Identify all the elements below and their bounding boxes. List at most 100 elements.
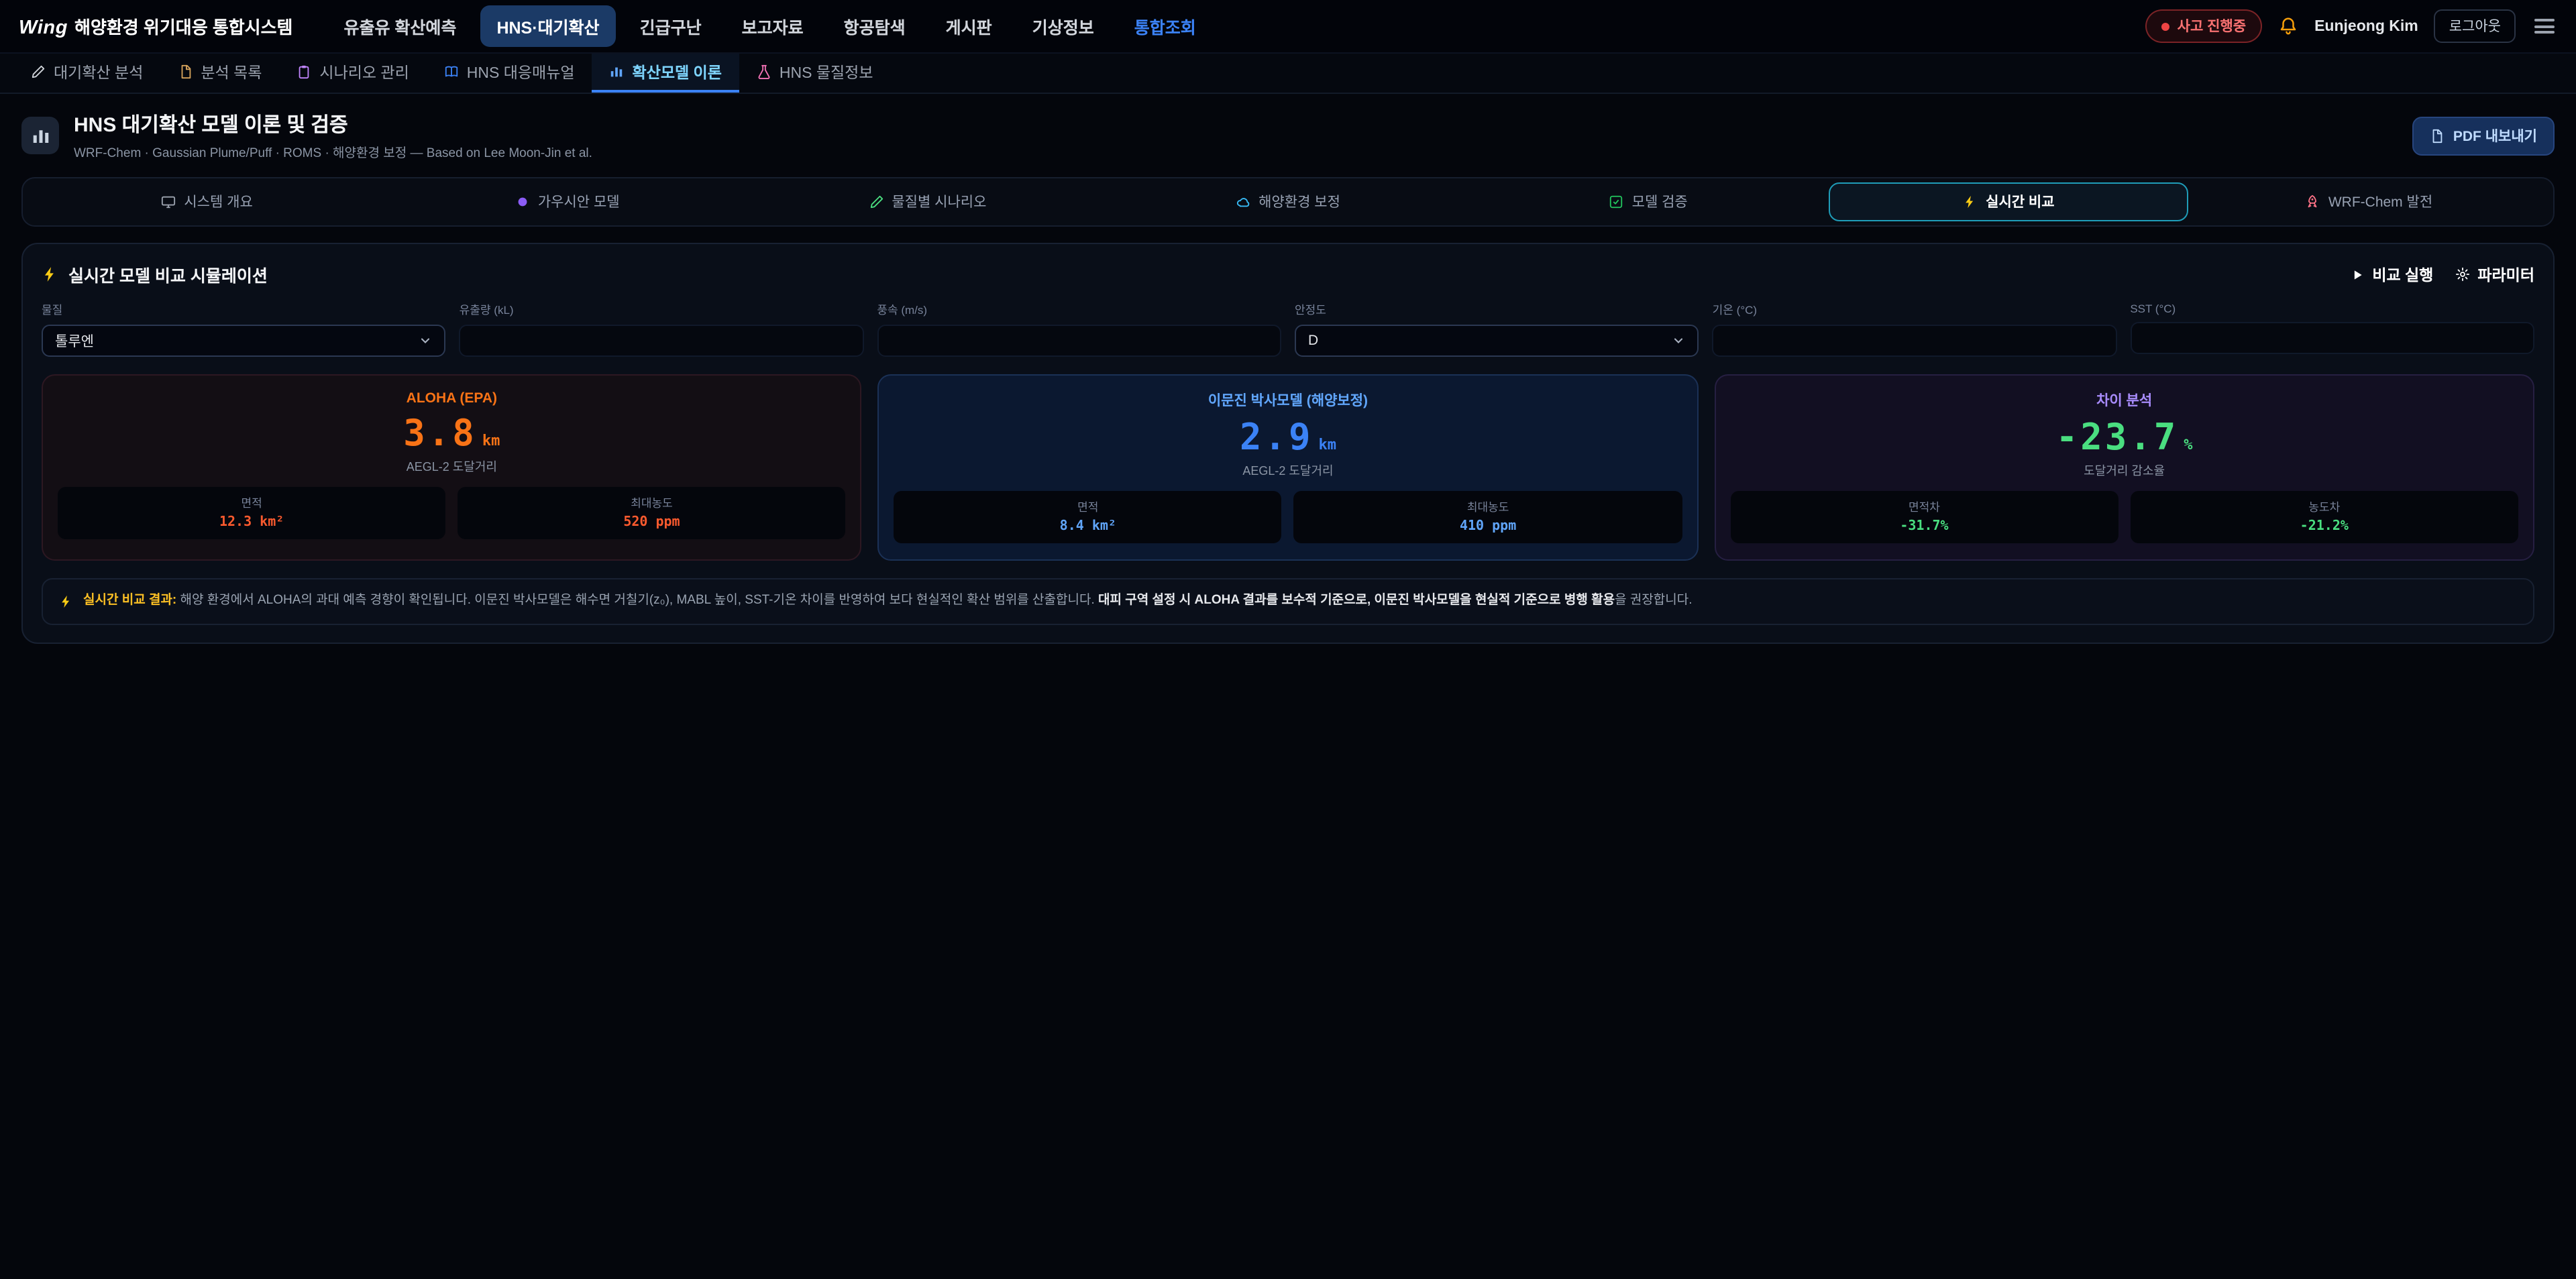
app-root: Wing 해양환경 위기대응 통합시스템 유출유 확산예측 HNS·대기확산 긴…	[0, 0, 2576, 1279]
value-unit: km	[482, 432, 500, 449]
sst-input[interactable]	[2130, 322, 2534, 354]
field-wind-speed: 풍속 (m/s)	[877, 302, 1281, 357]
result-card-value: 3.8km	[58, 413, 846, 455]
section-tab-bar: 시스템 개요 가우시안 모델 물질별 시나리오 해양환경 보정 모델 검증	[21, 177, 2555, 227]
subnav-tab-label: 시나리오 관리	[319, 61, 409, 82]
air-temperature-input[interactable]	[1713, 325, 2117, 357]
nav-item-weather-info[interactable]: 기상정보	[1016, 5, 1110, 47]
nav-item-emergency-rescue[interactable]: 긴급구난	[624, 5, 718, 47]
nav-item-oil-diffusion[interactable]: 유출유 확산예측	[327, 5, 472, 47]
subnav-tab-label: 분석 목록	[201, 61, 262, 82]
field-label: 풍속 (m/s)	[877, 302, 1281, 318]
notification-bell-icon[interactable]	[2278, 16, 2298, 36]
model-result-grid: ALOHA (EPA) 3.8km AEGL-2 도달거리 면적 12.3 km…	[42, 374, 2534, 561]
result-card-title: 차이 분석	[1730, 390, 2518, 410]
nav-item-reports[interactable]: 보고자료	[726, 5, 820, 47]
subnav-tab-analysis-list[interactable]: 분석 목록	[160, 54, 279, 93]
metric-row: 면적 12.3 km² 최대농도 520 ppm	[58, 487, 846, 539]
substance-select-value: 톨루엔	[55, 331, 94, 351]
result-card-value: 2.9km	[894, 417, 1682, 459]
section-tab-substance-scenarios[interactable]: 물질별 시나리오	[747, 182, 1108, 221]
note-body-1: 해양 환경에서 ALOHA의 과대 예측 경향이 확인됩니다. 이문진 박사모델…	[176, 593, 1098, 608]
field-label: 유출량 (kL)	[460, 302, 864, 318]
section-tab-system-overview[interactable]: 시스템 개요	[27, 182, 387, 221]
note-body-2: 을 권장합니다.	[1615, 593, 1692, 608]
section-tab-label: 물질별 시나리오	[892, 192, 986, 212]
metric-label: 농도차	[2136, 499, 2513, 515]
hamburger-menu-icon[interactable]	[2532, 13, 2557, 40]
field-substance: 물질 톨루엔	[42, 302, 446, 357]
brand[interactable]: Wing 해양환경 위기대응 통합시스템	[19, 13, 292, 39]
run-comparison-label: 비교 실행	[2372, 264, 2433, 285]
pdf-export-label: PDF 내보내기	[2453, 125, 2537, 146]
metric-max-concentration: 최대농도 410 ppm	[1294, 491, 1682, 543]
flask-icon	[757, 64, 771, 79]
subnav-tab-atmospheric-analysis[interactable]: 대기확산 분석	[13, 54, 160, 93]
pencil-icon	[869, 194, 883, 209]
rocket-icon	[2306, 194, 2320, 209]
nav-item-board[interactable]: 게시판	[930, 5, 1008, 47]
nav-item-aerial-search[interactable]: 항공탐색	[828, 5, 922, 47]
gear-icon	[2455, 267, 2469, 282]
wind-speed-input[interactable]	[877, 325, 1281, 357]
monitor-icon	[161, 194, 176, 209]
subnav-tab-label: 대기확산 분석	[54, 61, 143, 82]
metric-value: -21.2%	[2136, 519, 2513, 534]
page-subtitle: WRF-Chem · Gaussian Plume/Puff · ROMS · …	[74, 142, 592, 161]
subnav-tab-hns-manual[interactable]: HNS 대응매뉴얼	[427, 54, 592, 93]
field-label: SST (°C)	[2130, 302, 2534, 315]
nav-item-hns-atmospheric[interactable]: HNS·대기확산	[480, 5, 615, 47]
subnav-tab-label: HNS 물질정보	[780, 61, 873, 82]
run-comparison-button[interactable]: 비교 실행	[2351, 264, 2433, 285]
logout-button[interactable]: 로그아웃	[2434, 9, 2516, 43]
book-icon	[444, 64, 459, 79]
circle-icon	[515, 194, 530, 209]
page-title: HNS 대기확산 모델 이론 및 검증	[74, 110, 592, 138]
metric-area: 면적 12.3 km²	[58, 487, 445, 539]
pdf-export-button[interactable]: PDF 내보내기	[2413, 116, 2555, 155]
brand-logo: Wing	[19, 17, 68, 39]
nav-item-integrated-search[interactable]: 통합조회	[1118, 5, 1212, 47]
incident-badge-label: 사고 진행중	[2178, 16, 2246, 36]
section-tab-realtime-comparison[interactable]: 실시간 비교	[1829, 182, 2189, 221]
metric-value: 410 ppm	[1299, 519, 1676, 534]
result-card-caption: AEGL-2 도달거리	[894, 461, 1682, 479]
result-card-caption: 도달거리 감소율	[1730, 461, 2518, 479]
subnav-tab-scenario-management[interactable]: 시나리오 관리	[279, 54, 426, 93]
stability-select[interactable]: D	[1295, 325, 1699, 357]
section-tab-label: 가우시안 모델	[538, 192, 620, 212]
subnav-tab-label: 확산모델 이론	[633, 61, 722, 82]
spill-volume-input[interactable]	[460, 325, 864, 357]
simulation-actions: 비교 실행 파라미터	[2351, 264, 2534, 285]
metric-label: 면적	[63, 495, 440, 511]
section-tab-model-validation[interactable]: 모델 검증	[1468, 182, 1829, 221]
subnav-tab-diffusion-model-theory[interactable]: 확산모델 이론	[592, 54, 739, 93]
substance-select[interactable]: 톨루엔	[42, 325, 446, 357]
chart-icon	[21, 117, 59, 154]
metric-label: 면적	[900, 499, 1277, 515]
field-sst: SST (°C)	[2130, 302, 2534, 357]
section-tab-marine-correction[interactable]: 해양환경 보정	[1108, 182, 1468, 221]
lightning-icon	[42, 266, 59, 283]
metric-value: 8.4 km²	[900, 519, 1277, 534]
realtime-comparison-panel: 실시간 모델 비교 시뮬레이션 비교 실행 파라미터	[21, 243, 2555, 643]
incident-status-badge[interactable]: 사고 진행중	[2145, 9, 2262, 43]
document-icon	[178, 64, 193, 79]
cloud-icon	[1236, 194, 1250, 209]
document-icon	[2430, 128, 2445, 143]
pencil-icon	[31, 64, 46, 79]
section-tab-wrf-chem[interactable]: WRF-Chem 발전	[2189, 182, 2549, 221]
section-tab-label: WRF-Chem 발전	[2328, 192, 2432, 212]
metric-row: 면적 8.4 km² 최대농도 410 ppm	[894, 491, 1682, 543]
parameters-button[interactable]: 파라미터	[2455, 264, 2534, 285]
section-tab-gaussian-model[interactable]: 가우시안 모델	[387, 182, 747, 221]
field-label: 물질	[42, 302, 446, 318]
section-tab-label: 시스템 개요	[184, 192, 252, 212]
subnav-tab-hns-substance-info[interactable]: HNS 물질정보	[739, 54, 891, 93]
metric-concentration-difference: 농도차 -21.2%	[2131, 491, 2518, 543]
value-unit: km	[1319, 436, 1337, 453]
result-card-value: -23.7%	[1730, 417, 2518, 459]
subnav-tab-label: HNS 대응매뉴얼	[467, 61, 575, 82]
metric-value: -31.7%	[1735, 519, 2112, 534]
chart-icon	[610, 64, 625, 79]
